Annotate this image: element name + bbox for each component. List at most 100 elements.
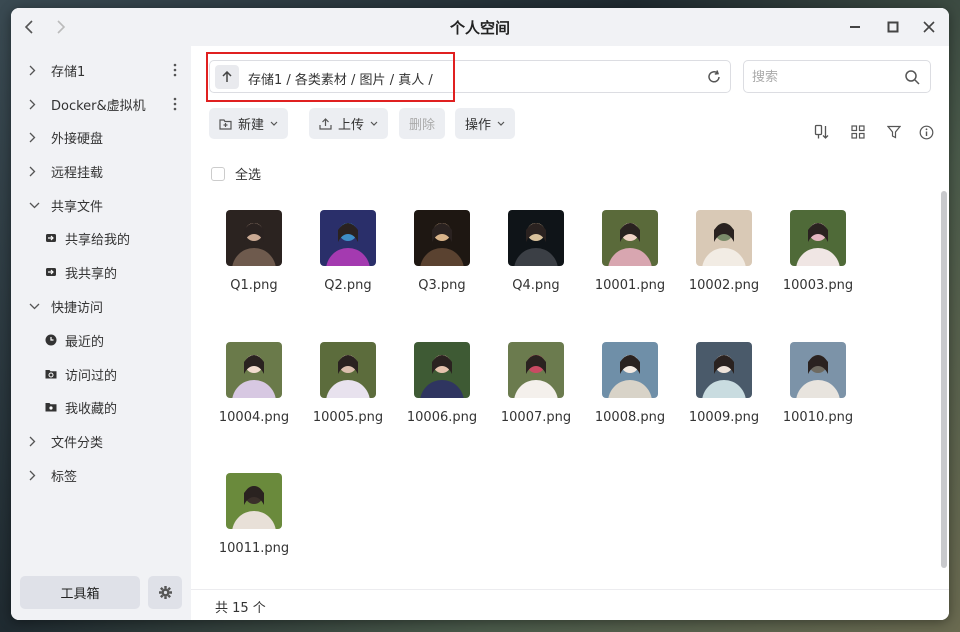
sidebar-item[interactable]: Docker&虚拟机 xyxy=(11,89,191,119)
chevron-down-icon[interactable] xyxy=(29,303,43,310)
file-name: 10001.png xyxy=(594,278,666,293)
file-item[interactable]: 10007.png xyxy=(491,342,581,425)
file-item[interactable]: Q4.png xyxy=(491,210,581,293)
file-item[interactable]: 10009.png xyxy=(679,342,769,425)
sidebar-item[interactable]: 我共享的 xyxy=(11,257,191,287)
select-all-row[interactable]: 全选 xyxy=(211,164,261,183)
chevron-right-icon[interactable] xyxy=(29,132,43,143)
info-button[interactable] xyxy=(917,123,935,141)
sidebar-item-label: 存储1 xyxy=(51,64,86,80)
sidebar-item[interactable]: 存储1 xyxy=(11,55,191,85)
window-title: 个人空间 xyxy=(449,19,510,37)
sidebar-item-label: 我共享的 xyxy=(65,266,118,282)
more-vertical-icon[interactable] xyxy=(173,63,177,81)
file-item[interactable]: 10005.png xyxy=(303,342,393,425)
file-item[interactable]: 10002.png xyxy=(679,210,769,293)
file-name: 10007.png xyxy=(500,410,572,425)
grid-view-button[interactable] xyxy=(849,123,867,141)
image-thumbnail[interactable] xyxy=(602,210,658,266)
file-name: 10010.png xyxy=(782,410,854,425)
file-item[interactable]: 10011.png xyxy=(209,473,299,556)
chevron-down-icon xyxy=(270,121,278,126)
close-button[interactable] xyxy=(919,17,939,37)
sidebar-item[interactable]: 远程挂载 xyxy=(11,156,191,186)
sidebar-item[interactable]: 最近的 xyxy=(11,325,191,355)
chevron-right-icon[interactable] xyxy=(29,470,43,481)
image-thumbnail[interactable] xyxy=(508,342,564,398)
sidebar-item[interactable]: 文件分类 xyxy=(11,426,191,456)
more-vertical-icon[interactable] xyxy=(173,97,177,115)
image-thumbnail[interactable] xyxy=(414,342,470,398)
search-box[interactable] xyxy=(743,60,931,93)
chevron-right-icon[interactable] xyxy=(29,436,43,447)
image-thumbnail[interactable] xyxy=(508,210,564,266)
file-item[interactable]: 10001.png xyxy=(585,210,675,293)
clock-icon xyxy=(45,334,57,346)
new-button[interactable]: 新建 xyxy=(209,108,289,139)
file-item[interactable]: 10010.png xyxy=(773,342,863,425)
sidebar-item[interactable]: 共享给我的 xyxy=(11,223,191,253)
select-all-checkbox[interactable] xyxy=(211,166,225,181)
new-folder-icon xyxy=(219,118,232,130)
info-icon xyxy=(919,125,933,139)
scrollbar[interactable] xyxy=(941,191,947,568)
chevron-right-icon[interactable] xyxy=(29,65,43,76)
title-bar: 个人空间 xyxy=(11,8,949,46)
image-thumbnail[interactable] xyxy=(226,210,282,266)
file-name: 10009.png xyxy=(688,410,760,425)
image-thumbnail[interactable] xyxy=(790,210,846,266)
close-icon xyxy=(923,21,935,33)
new-label: 新建 xyxy=(238,118,265,133)
file-item[interactable]: 10004.png xyxy=(209,342,299,425)
file-item[interactable]: 10008.png xyxy=(585,342,675,425)
minimize-button[interactable] xyxy=(845,17,865,37)
upload-button[interactable]: 上传 xyxy=(309,108,389,139)
search-button[interactable] xyxy=(904,69,920,85)
filter-button[interactable] xyxy=(885,123,903,141)
sidebar-item-label: 访问过的 xyxy=(65,368,118,384)
folder-star-icon xyxy=(45,401,57,413)
sidebar-item[interactable]: 我收藏的 xyxy=(11,392,191,422)
file-name: 10003.png xyxy=(782,278,854,293)
sidebar-item[interactable]: 共享文件 xyxy=(11,190,191,220)
file-name: 10008.png xyxy=(594,410,666,425)
image-thumbnail[interactable] xyxy=(320,210,376,266)
chevron-down-icon[interactable] xyxy=(29,202,43,209)
maximize-button[interactable] xyxy=(883,17,903,37)
maximize-icon xyxy=(887,21,899,33)
actions-button[interactable]: 操作 xyxy=(455,108,516,139)
file-item[interactable]: 10006.png xyxy=(397,342,487,425)
file-item[interactable]: Q2.png xyxy=(303,210,393,293)
file-name: 10002.png xyxy=(688,278,760,293)
image-thumbnail[interactable] xyxy=(226,342,282,398)
file-name: 10005.png xyxy=(312,410,384,425)
sidebar-item[interactable]: 访问过的 xyxy=(11,359,191,389)
toolbox-button[interactable]: 工具箱 xyxy=(20,576,140,609)
filter-icon xyxy=(887,125,901,139)
sidebar-item[interactable]: 标签 xyxy=(11,460,191,490)
search-input[interactable] xyxy=(752,67,892,87)
sort-button[interactable] xyxy=(813,123,831,141)
sidebar-item-label: 快捷访问 xyxy=(51,300,104,316)
image-thumbnail[interactable] xyxy=(320,342,376,398)
sort-icon xyxy=(814,124,829,139)
file-item[interactable]: Q3.png xyxy=(397,210,487,293)
image-thumbnail[interactable] xyxy=(602,342,658,398)
image-thumbnail[interactable] xyxy=(696,210,752,266)
refresh-icon xyxy=(708,70,720,83)
image-thumbnail[interactable] xyxy=(790,342,846,398)
image-thumbnail[interactable] xyxy=(226,473,282,529)
path-highlight-box xyxy=(206,52,455,102)
sidebar-item[interactable]: 外接硬盘 xyxy=(11,122,191,152)
chevron-right-icon[interactable] xyxy=(29,99,43,110)
image-thumbnail[interactable] xyxy=(696,342,752,398)
file-item[interactable]: Q1.png xyxy=(209,210,299,293)
chevron-right-icon[interactable] xyxy=(29,166,43,177)
refresh-button[interactable] xyxy=(706,69,722,85)
file-manager-window: 个人空间 存储1 Docker&虚拟机 外接硬盘远程挂载共享文件 共享给我的我共享的快… xyxy=(11,8,949,620)
image-thumbnail[interactable] xyxy=(414,210,470,266)
file-item[interactable]: 10003.png xyxy=(773,210,863,293)
delete-button[interactable]: 删除 xyxy=(399,108,446,139)
sidebar-item[interactable]: 快捷访问 xyxy=(11,291,191,321)
settings-button[interactable] xyxy=(148,576,182,609)
